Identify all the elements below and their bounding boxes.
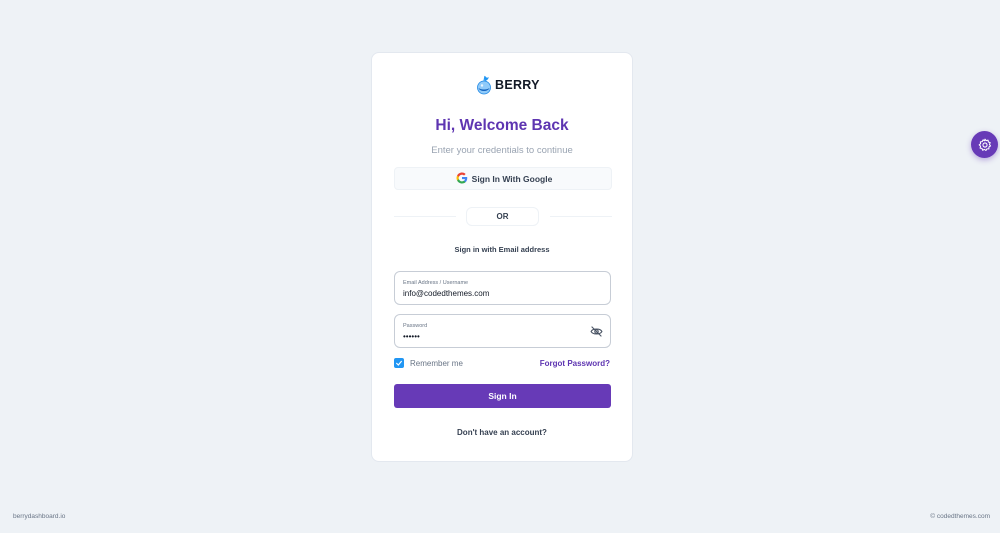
password-input[interactable]: •••••• [403, 332, 583, 341]
settings-button[interactable] [971, 131, 998, 158]
page-subtitle: Enter your credentials to continue [431, 145, 573, 156]
google-signin-label: Sign In With Google [471, 173, 553, 184]
remember-me-label: Remember me [410, 358, 463, 368]
password-field[interactable]: Password •••••• [394, 314, 611, 348]
footer-copyright[interactable]: © codedthemes.com [930, 513, 990, 520]
email-input[interactable] [403, 289, 583, 298]
or-divider: OR [466, 207, 539, 226]
divider-line-right [550, 216, 612, 217]
footer-left-link[interactable]: berrydashboard.io [13, 513, 65, 520]
berry-logo-icon [477, 75, 491, 95]
divider-line-left [394, 216, 456, 217]
google-icon [456, 172, 468, 184]
email-field[interactable]: Email Address / Username [394, 271, 611, 305]
eye-off-icon[interactable] [590, 325, 603, 338]
gear-icon [978, 138, 991, 151]
sign-in-button[interactable]: Sign In [394, 384, 611, 408]
email-signin-heading: Sign in with Email address [454, 245, 550, 254]
email-field-label: Email Address / Username [403, 280, 469, 286]
password-field-label: Password [403, 323, 428, 329]
brand-name: BERRY [495, 78, 540, 92]
check-icon [395, 360, 403, 366]
register-link[interactable]: Don't have an account? [372, 428, 632, 437]
remember-me[interactable]: Remember me [394, 358, 463, 368]
brand-logo[interactable]: BERRY [476, 75, 540, 95]
page-title: Hi, Welcome Back [435, 117, 569, 134]
google-signin-button[interactable]: Sign In With Google [394, 167, 612, 190]
forgot-password-link[interactable]: Forgot Password? [540, 359, 610, 368]
remember-me-checkbox[interactable] [394, 358, 404, 368]
login-card: BERRY Hi, Welcome Back Enter your creden… [371, 52, 633, 462]
